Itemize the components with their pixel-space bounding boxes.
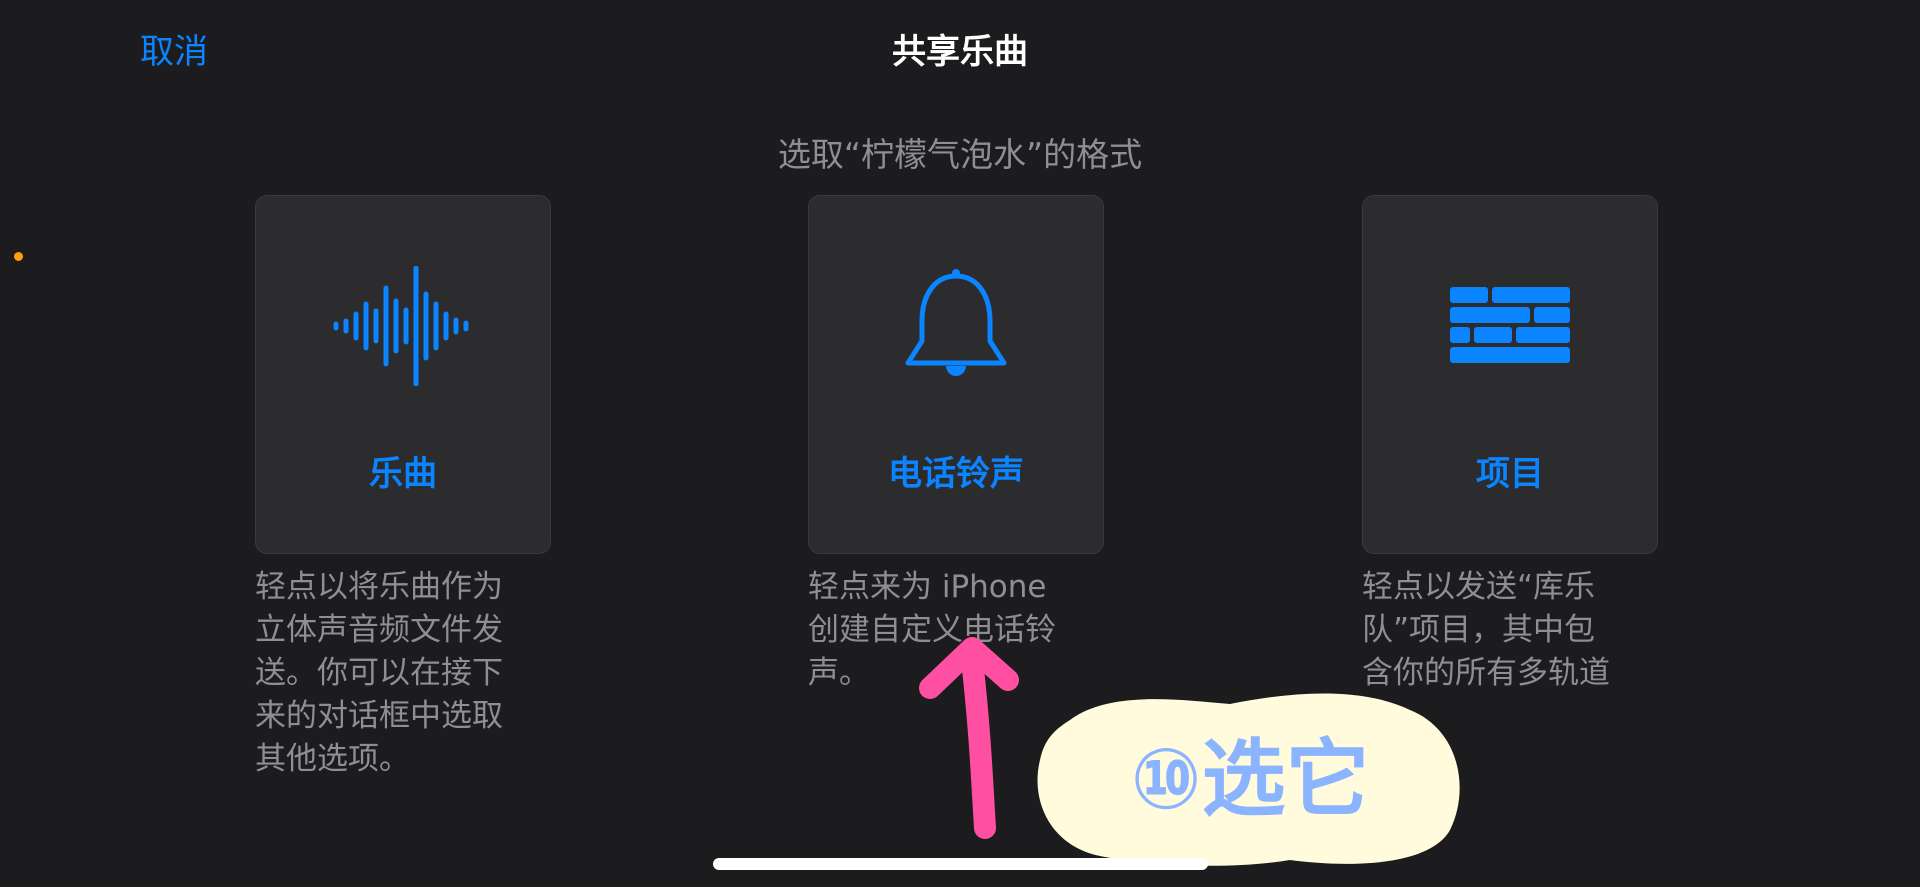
home-indicator[interactable]	[713, 858, 1208, 870]
waveform-icon	[256, 261, 550, 391]
option-card-project[interactable]: 项目	[1362, 195, 1658, 554]
svg-text:⑩选它: ⑩选它	[1130, 730, 1369, 828]
option-label-project: 项目	[1476, 454, 1544, 494]
option-card-song[interactable]: 乐曲	[255, 195, 551, 554]
annotation-arrow-icon	[900, 620, 1040, 844]
status-dot	[14, 252, 23, 261]
page-title: 共享乐曲	[892, 32, 1028, 72]
option-description-project: 轻点以发送“库乐 队”项目，其中包 含你的所有多轨道	[1362, 569, 1610, 691]
format-prompt: 选取“柠檬气泡水”的格式	[777, 135, 1143, 174]
option-label-song: 乐曲	[369, 454, 437, 494]
bricks-icon	[1363, 261, 1657, 391]
option-description-song: 轻点以将乐曲作为 立体声音频文件发 送。你可以在接下 来的对话框中选取 其他选项…	[255, 569, 503, 777]
annotation-sticker: ⑩选它	[1030, 690, 1470, 874]
share-song-screen: 取消 共享乐曲 选取“柠檬气泡水”的格式 乐曲 电话铃声 项目 轻点以将乐曲作为…	[0, 0, 1920, 887]
option-label-ringtone: 电话铃声	[888, 454, 1024, 494]
bell-icon	[809, 261, 1103, 391]
option-card-ringtone[interactable]: 电话铃声	[808, 195, 1104, 554]
